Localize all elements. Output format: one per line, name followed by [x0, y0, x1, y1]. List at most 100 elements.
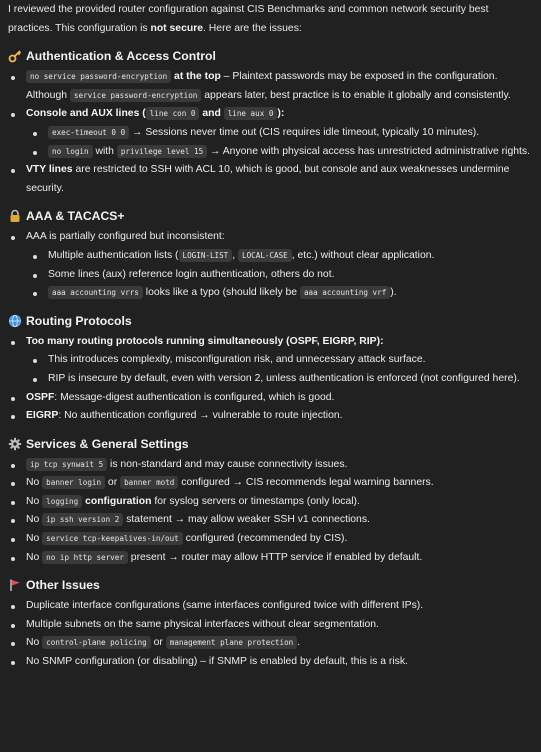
inline-code: privilege level 15 [116, 144, 208, 158]
sub-list-item: no login with privilege level 15 → Anyon… [26, 143, 533, 162]
inline-code: aaa accounting vrf [299, 286, 391, 300]
inline-code: LOCAL-CASE [238, 248, 292, 262]
routing-list: Too many routing protocols running simul… [8, 333, 533, 426]
list-item: Console and AUX lines (line con 0 and li… [8, 105, 533, 161]
section-heading-services: Services & General Settings [8, 434, 533, 454]
item-text: No [26, 637, 43, 649]
section-title: Other Issues [26, 578, 100, 593]
item-text: appears later, best practice is to enabl… [201, 89, 511, 101]
other-list: Duplicate interface configurations (same… [8, 597, 533, 671]
bold-text: Console and AUX lines [26, 108, 140, 120]
inline-code: logging [42, 494, 83, 508]
item-text: This introduces complexity, misconfigura… [48, 354, 426, 366]
inline-code: banner motd [120, 476, 179, 490]
bold-text: configuration [82, 495, 152, 507]
list-item: VTY lines are restricted to SSH with ACL… [8, 161, 533, 198]
inline-code: no ip http server [42, 550, 128, 564]
item-text: Some lines (aux) reference login authent… [48, 268, 335, 280]
list-item: No logging configuration for syslog serv… [8, 493, 533, 512]
lock-icon [8, 209, 22, 223]
item-text: ( [139, 108, 146, 120]
list-item: OSPF: Message-digest authentication is c… [8, 389, 533, 408]
item-text: Duplicate interface configurations (same… [26, 600, 424, 612]
section-title: AAA & TACACS+ [26, 209, 125, 224]
list-item: AAA is partially configured but inconsis… [8, 228, 533, 302]
sub-list-item: Some lines (aux) reference login authent… [26, 266, 533, 285]
list-item: No ip ssh version 2 statement → may allo… [8, 511, 533, 530]
gear-icon [8, 437, 22, 451]
globe-icon [8, 314, 22, 328]
item-text: . [297, 637, 301, 649]
sub-list: This introduces complexity, misconfigura… [26, 351, 533, 388]
item-text: , etc.) without clear application. [291, 249, 435, 261]
inline-code: service tcp-keepalives-in/out [42, 532, 183, 546]
item-text: No [26, 533, 43, 545]
list-item: Too many routing protocols running simul… [8, 333, 533, 389]
item-text: Multiple authentication lists ( [48, 249, 179, 261]
item-text: is non-standard and may cause connectivi… [107, 458, 348, 470]
intro-text-end: . Here are the issues: [203, 22, 302, 34]
auth-list: no service password-encryption at the to… [8, 68, 533, 198]
sub-list: Multiple authentication lists (LOGIN-LIS… [26, 247, 533, 303]
bold-text: EIGRP [26, 410, 59, 422]
inline-code: banner login [42, 476, 106, 490]
item-text: configured → CIS recommends legal warnin… [178, 477, 434, 489]
item-text: are restricted to SSH with ACL 10, which… [26, 164, 510, 194]
bold-text: Too many routing protocols running simul… [26, 335, 384, 347]
intro-paragraph: I reviewed the provided router configura… [8, 1, 533, 38]
flag-icon [8, 578, 22, 592]
services-list: ip tcp synwait 5 is non-standard and may… [8, 456, 533, 568]
item-text: No [26, 477, 43, 489]
item-text: No SNMP configuration (or disabling) – i… [26, 656, 408, 668]
chat-response: I reviewed the provided router configura… [0, 0, 541, 672]
item-text: or [105, 477, 121, 489]
section-title: Services & General Settings [26, 436, 189, 451]
item-text: No [26, 514, 43, 526]
item-text: → Sessions never time out (CIS requires … [129, 126, 480, 138]
sub-list-item: RIP is insecure by default, even with ve… [26, 370, 533, 389]
inline-code: line aux 0 [223, 107, 278, 121]
inline-code: LOGIN-LIST [178, 248, 233, 262]
inline-code: control-plane policing [42, 636, 151, 650]
item-text: ): [277, 108, 285, 120]
item-text: or [150, 637, 166, 649]
list-item: Duplicate interface configurations (same… [8, 597, 533, 616]
item-text: AAA is partially configured but inconsis… [26, 231, 225, 243]
inline-code: exec-timeout 0 0 [48, 125, 130, 139]
list-item: No banner login or banner motd configure… [8, 474, 533, 493]
sub-list-item: This introduces complexity, misconfigura… [26, 351, 533, 370]
item-text: : Message-digest authentication is confi… [54, 391, 335, 403]
item-text: and [199, 108, 224, 120]
inline-code: ip ssh version 2 [42, 513, 124, 527]
item-text: → Anyone with physical access has unrest… [207, 145, 530, 157]
item-text: looks like a typo (should likely be [142, 287, 300, 299]
list-item: no service password-encryption at the to… [8, 68, 533, 105]
section-title: Routing Protocols [26, 313, 132, 328]
list-item: ip tcp synwait 5 is non-standard and may… [8, 456, 533, 475]
item-text: No [26, 551, 43, 563]
inline-code: management plane protection [165, 636, 298, 650]
bold-text: at the top [171, 71, 221, 83]
aaa-list: AAA is partially configured but inconsis… [8, 228, 533, 302]
list-item: No control-plane policing or management … [8, 634, 533, 653]
inline-code: service password-encryption [69, 88, 202, 102]
key-icon [8, 49, 22, 63]
item-text: statement → may allow weaker SSH v1 conn… [123, 514, 370, 526]
list-item: No no ip http server present → router ma… [8, 549, 533, 568]
item-text: : No authentication configured → vulnera… [58, 410, 343, 422]
section-heading-routing: Routing Protocols [8, 311, 533, 331]
list-item: No service tcp-keepalives-in/out configu… [8, 530, 533, 549]
sub-list-item: Multiple authentication lists (LOGIN-LIS… [26, 247, 533, 266]
list-item: EIGRP: No authentication configured → vu… [8, 407, 533, 426]
list-item: No SNMP configuration (or disabling) – i… [8, 653, 533, 672]
item-text: Multiple subnets on the same physical in… [26, 618, 379, 630]
section-heading-aaa: AAA & TACACS+ [8, 206, 533, 226]
bold-text: VTY lines [26, 164, 73, 176]
inline-code: no service password-encryption [26, 70, 172, 84]
item-text: present → router may allow HTTP service … [127, 551, 423, 563]
not-secure-emphasis: not secure [150, 22, 204, 34]
section-title: Authentication & Access Control [26, 49, 216, 64]
item-text: configured (recommended by CIS). [182, 533, 348, 545]
section-heading-other: Other Issues [8, 575, 533, 595]
item-text: No [26, 495, 43, 507]
